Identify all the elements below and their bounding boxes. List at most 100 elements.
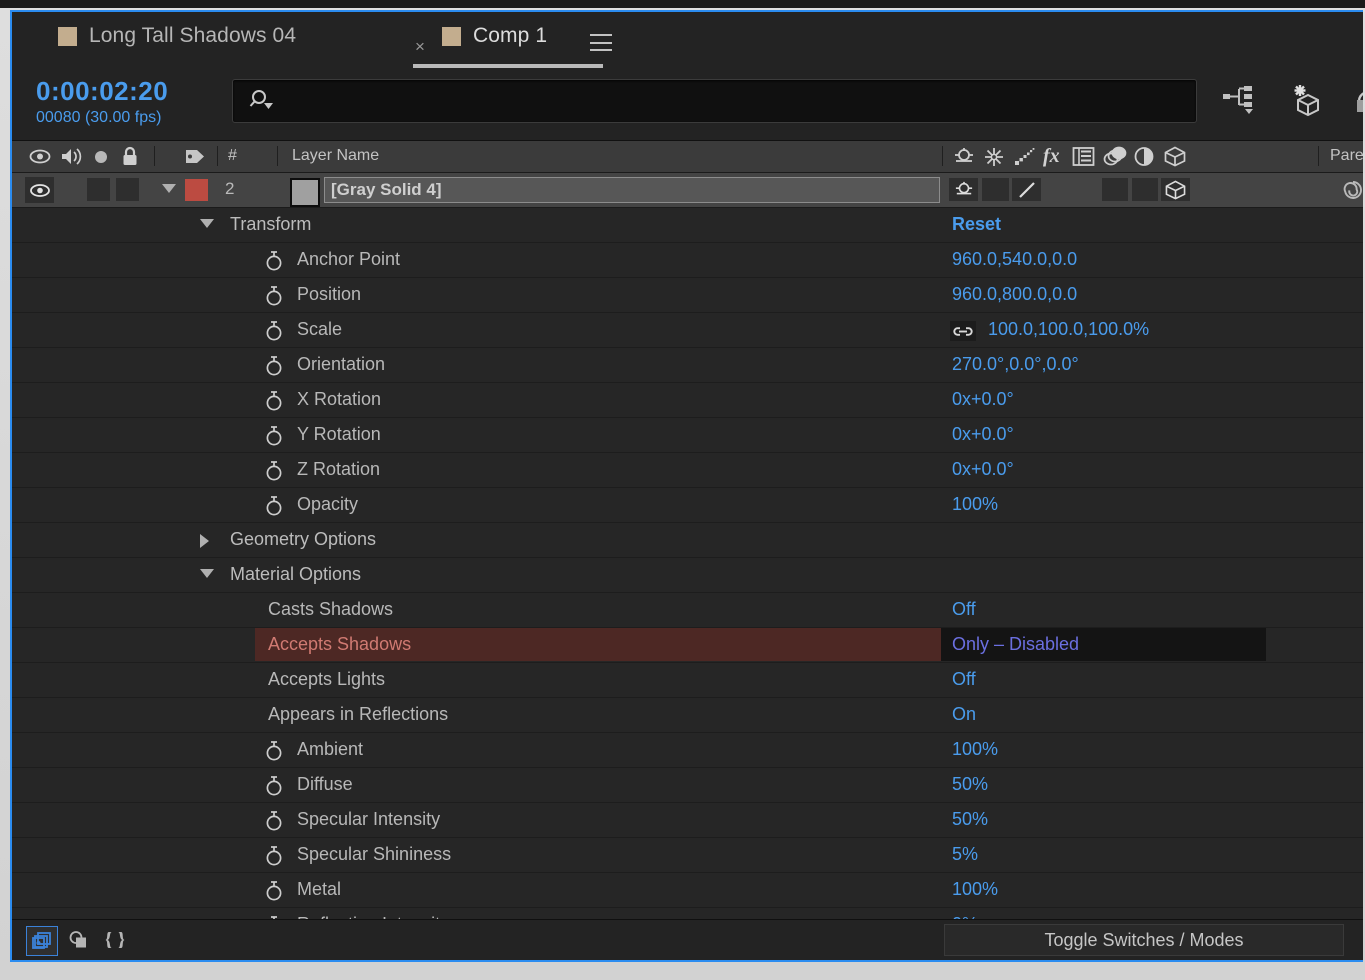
- twirl-right-icon[interactable]: [200, 534, 209, 548]
- property-row[interactable]: Anchor Point 960.0,540.0,0.0: [12, 243, 1363, 278]
- shy-icon[interactable]: [952, 147, 976, 167]
- stopwatch-icon[interactable]: [264, 845, 284, 866]
- 3d-renderer-icon[interactable]: [1289, 82, 1327, 118]
- stopwatch-icon[interactable]: [264, 425, 284, 446]
- property-row[interactable]: Specular Shininess 5%: [12, 838, 1363, 873]
- effects-fx-icon[interactable]: fx: [1043, 145, 1060, 168]
- layer-switches-toggle-icon[interactable]: [26, 926, 58, 956]
- property-row[interactable]: Accepts Shadows Only – Disabled: [12, 628, 1363, 663]
- property-value[interactable]: Only – Disabled: [952, 634, 1079, 655]
- property-row[interactable]: Transform Reset: [12, 208, 1363, 243]
- layer-label-color-swatch[interactable]: [185, 179, 208, 201]
- lock-icon[interactable]: [120, 145, 140, 168]
- property-row[interactable]: Casts Shadows Off: [12, 593, 1363, 628]
- twirl-down-icon[interactable]: [200, 569, 214, 578]
- stopwatch-icon[interactable]: [264, 250, 284, 271]
- layer-solo-toggle[interactable]: [87, 178, 110, 201]
- property-row[interactable]: Diffuse 50%: [12, 768, 1363, 803]
- current-timecode[interactable]: 0:00:02:20: [36, 76, 168, 107]
- property-value[interactable]: Off: [952, 599, 976, 620]
- hamburger-menu-icon[interactable]: [590, 34, 612, 51]
- property-row[interactable]: Z Rotation 0x+0.0°: [12, 453, 1363, 488]
- property-value[interactable]: On: [952, 704, 976, 725]
- layer-row[interactable]: 2 [Gray Solid 4]: [12, 173, 1363, 208]
- stopwatch-icon[interactable]: [264, 285, 284, 306]
- close-icon[interactable]: ×: [415, 37, 425, 57]
- stopwatch-icon[interactable]: [264, 355, 284, 376]
- stopwatch-icon[interactable]: [264, 390, 284, 411]
- property-value[interactable]: 100.0,100.0,100.0%: [988, 319, 1149, 340]
- property-row[interactable]: Ambient 100%: [12, 733, 1363, 768]
- frame-blending-icon[interactable]: [1072, 146, 1095, 167]
- property-value[interactable]: 50%: [952, 809, 988, 830]
- stopwatch-icon[interactable]: [264, 810, 284, 831]
- property-row[interactable]: Metal 100%: [12, 873, 1363, 908]
- property-value[interactable]: 5%: [952, 844, 978, 865]
- property-value[interactable]: 0x+0.0°: [952, 424, 1014, 445]
- property-row[interactable]: Material Options: [12, 558, 1363, 593]
- pickwhip-icon[interactable]: [1342, 179, 1363, 201]
- property-row[interactable]: Accepts Lights Off: [12, 663, 1363, 698]
- stopwatch-icon[interactable]: [264, 320, 284, 341]
- tab-label: Comp 1: [473, 24, 548, 47]
- parent-column-header[interactable]: Pare: [1330, 147, 1363, 165]
- transfer-controls-icon[interactable]: [64, 926, 94, 954]
- 3d-layer-icon[interactable]: [1163, 146, 1187, 167]
- layer-name-field[interactable]: [Gray Solid 4]: [324, 177, 940, 203]
- property-value[interactable]: 50%: [952, 774, 988, 795]
- property-value[interactable]: 960.0,540.0,0.0: [952, 249, 1077, 270]
- quality-icon[interactable]: [1014, 147, 1036, 167]
- audio-icon[interactable]: [60, 146, 82, 167]
- solo-icon[interactable]: [92, 148, 110, 166]
- property-value[interactable]: 100%: [952, 879, 998, 900]
- layer-visibility-toggle[interactable]: [25, 177, 54, 203]
- layer-3d-switch[interactable]: [1161, 178, 1190, 201]
- layer-shy-switch[interactable]: [949, 178, 978, 201]
- layer-twirl-icon[interactable]: [162, 184, 176, 193]
- eye-icon[interactable]: [29, 147, 51, 166]
- property-value[interactable]: 960.0,800.0,0.0: [952, 284, 1077, 305]
- property-row[interactable]: Opacity 100%: [12, 488, 1363, 523]
- property-row[interactable]: Scale 100.0,100.0,100.0%: [12, 313, 1363, 348]
- stopwatch-icon[interactable]: [264, 775, 284, 796]
- property-value[interactable]: 0x+0.0°: [952, 459, 1014, 480]
- twirl-down-icon[interactable]: [200, 219, 214, 228]
- search-input[interactable]: [232, 79, 1197, 123]
- tab-comp-1[interactable]: Comp 1: [442, 24, 547, 48]
- label-tag-icon[interactable]: [184, 147, 206, 166]
- layer-name-column-header[interactable]: Layer Name: [292, 147, 379, 165]
- collapse-transformations-icon[interactable]: [983, 146, 1005, 168]
- adjustment-layer-icon[interactable]: [1133, 146, 1155, 167]
- property-value[interactable]: 0x+0.0°: [952, 389, 1014, 410]
- layer-lock-toggle[interactable]: [116, 178, 139, 201]
- property-value[interactable]: 100%: [952, 739, 998, 760]
- layer-collapse-switch[interactable]: [982, 178, 1009, 201]
- comp-flowchart-icon[interactable]: [1221, 82, 1259, 118]
- draft-3d-icon[interactable]: [1355, 82, 1363, 118]
- property-row[interactable]: X Rotation 0x+0.0°: [12, 383, 1363, 418]
- property-row[interactable]: Orientation 270.0°,0.0°,0.0°: [12, 348, 1363, 383]
- stopwatch-icon[interactable]: [264, 460, 284, 481]
- property-value[interactable]: 100%: [952, 494, 998, 515]
- property-value[interactable]: Off: [952, 669, 976, 690]
- layer-adjustment-switch[interactable]: [1132, 178, 1158, 201]
- tab-long-tall-shadows[interactable]: Long Tall Shadows 04: [58, 24, 296, 48]
- property-row[interactable]: Appears in Reflections On: [12, 698, 1363, 733]
- property-row[interactable]: Position 960.0,800.0,0.0: [12, 278, 1363, 313]
- layer-motion-blur-switch[interactable]: [1102, 178, 1128, 201]
- property-list: Transform Reset Anchor Point 960.0,540.0,0.…: [12, 208, 1363, 943]
- property-row[interactable]: Specular Intensity 50%: [12, 803, 1363, 838]
- toggle-switches-modes-button[interactable]: Toggle Switches / Modes: [944, 924, 1344, 956]
- stopwatch-icon[interactable]: [264, 495, 284, 516]
- property-value[interactable]: Reset: [952, 214, 1001, 235]
- number-column-header[interactable]: #: [228, 147, 237, 165]
- property-value[interactable]: 270.0°,0.0°,0.0°: [952, 354, 1079, 375]
- in-out-panel-icon[interactable]: [100, 926, 130, 954]
- property-row[interactable]: Geometry Options: [12, 523, 1363, 558]
- layer-quality-switch[interactable]: [1012, 178, 1041, 201]
- stopwatch-icon[interactable]: [264, 740, 284, 761]
- property-row[interactable]: Y Rotation 0x+0.0°: [12, 418, 1363, 453]
- motion-blur-icon[interactable]: [1103, 146, 1127, 167]
- scale-link-icon[interactable]: [950, 321, 976, 341]
- stopwatch-icon[interactable]: [264, 880, 284, 901]
